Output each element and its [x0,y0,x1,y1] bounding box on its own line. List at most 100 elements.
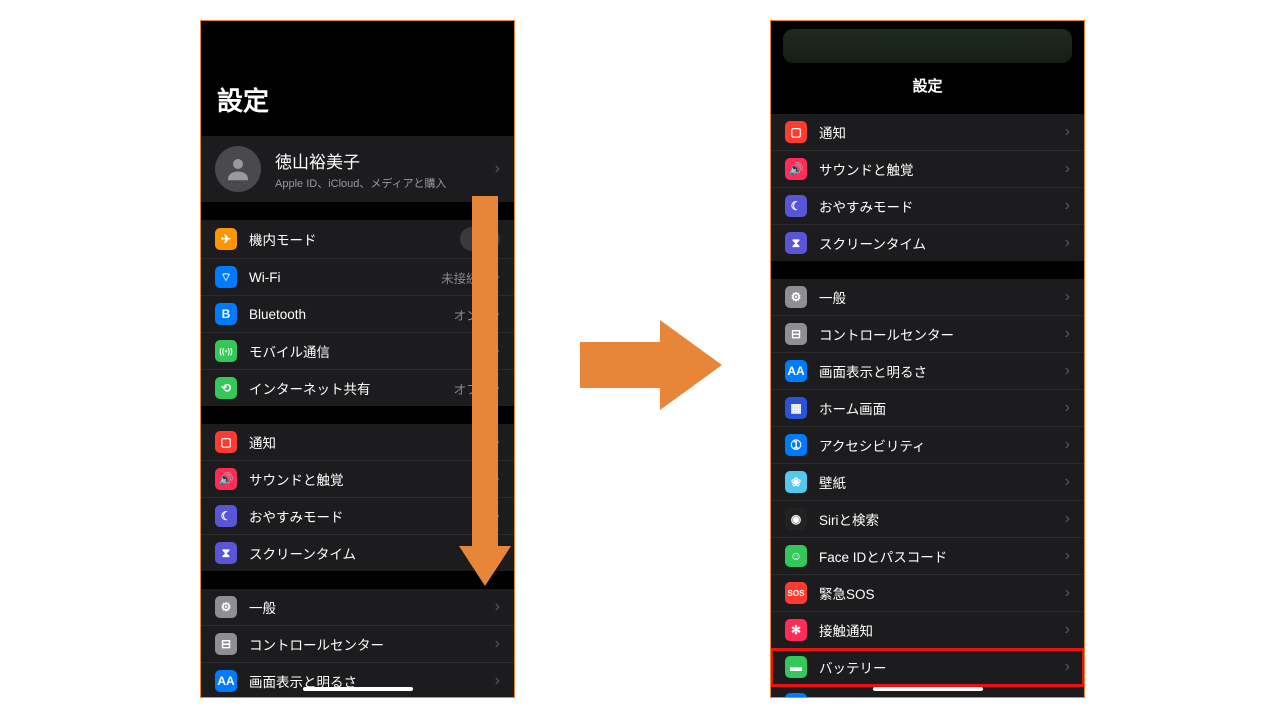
row-label: コントロールセンター [819,324,1053,344]
dnd-icon: ☾ [215,505,237,527]
chevron-right-icon: › [1065,437,1070,453]
chevron-right-icon: › [1065,326,1070,342]
row-label: Wi-Fi [249,270,429,285]
row-label: 接触通知 [819,620,1053,640]
chevron-right-icon: › [495,673,500,689]
chevron-right-icon: › [495,636,500,652]
row-label: 通知 [249,432,483,452]
settings-row-general[interactable]: ⚙ 一般 › [771,279,1084,316]
avatar-icon [215,146,261,192]
apple-id-row[interactable]: 徳山裕美子 Apple ID、iCloud、メディアと購入 › [201,136,514,202]
row-label: 壁紙 [819,472,1053,492]
settings-row-control-center[interactable]: ⊟ コントロールセンター › [201,626,514,663]
row-label: 一般 [819,287,1053,307]
row-label: サウンドと触覚 [249,469,483,489]
chevron-right-icon: › [1065,400,1070,416]
row-label: プライバシー [819,694,1053,698]
general-group: ⚙ 一般 › ⊟ コントロールセンター › AA 画面表示と明るさ › ▦ ホーム画面 › ➀ アクセシビ… [771,279,1084,698]
bluetooth-icon: B [215,303,237,325]
notifications-group: ▢通知›🔊サウンドと触覚›☾おやすみモード›⧗スクリーンタイム› [771,114,1084,261]
chevron-right-icon: › [1065,198,1070,214]
row-label: おやすみモード [819,196,1053,216]
settings-row-control-center[interactable]: ⊟ コントロールセンター › [771,316,1084,353]
battery-icon: ▬ [785,656,807,678]
home-indicator [873,687,983,691]
settings-row-notifications[interactable]: ▢ 通知 › [771,114,1084,151]
row-label: 一般 [249,597,483,617]
settings-row-sounds[interactable]: 🔊 サウンドと触覚 › [771,151,1084,188]
screentime-icon: ⧗ [215,542,237,564]
row-label: ホーム画面 [819,398,1053,418]
settings-row-home-screen[interactable]: ▦ ホーム画面 › [771,390,1084,427]
row-label: スクリーンタイム [819,233,1053,253]
profile-sub: Apple ID、iCloud、メディアと購入 [275,175,481,191]
scroll-down-arrow [465,196,505,586]
search-field[interactable] [783,29,1072,63]
settings-row-screentime[interactable]: ⧗スクリーンタイム› [771,225,1084,261]
settings-title: 設定 [201,75,514,128]
next-step-arrow [580,320,730,410]
chevron-right-icon: › [1065,289,1070,305]
exposure-icon: ✻ [785,619,807,641]
chevron-right-icon: › [1065,585,1070,601]
row-label: サウンドと触覚 [819,159,1053,179]
settings-row-wallpaper[interactable]: ❀ 壁紙 › [771,464,1084,501]
profile-group: 徳山裕美子 Apple ID、iCloud、メディアと購入 › [201,136,514,202]
chevron-right-icon: › [1065,696,1070,698]
row-label: コントロールセンター [249,634,483,654]
row-label: 画面表示と明るさ [819,361,1053,381]
general-icon: ⚙ [785,286,807,308]
screentime-icon: ⧗ [785,232,807,254]
row-label: Bluetooth [249,307,442,322]
control-center-icon: ⊟ [215,633,237,655]
settings-row-sos[interactable]: SOS緊急SOS› [771,575,1084,612]
chevron-right-icon: › [495,161,500,177]
sos-icon: SOS [785,582,807,604]
cellular-icon: ((•)) [215,340,237,362]
settings-row-faceid[interactable]: ☺Face IDとパスコード› [771,538,1084,575]
row-label: アクセシビリティ [819,435,1053,455]
row-label: バッテリー [819,657,1053,677]
status-bar [201,21,514,75]
settings-row-exposure[interactable]: ✻ 接触通知 › [771,612,1084,649]
notifications-icon: ▢ [215,431,237,453]
settings-row-dnd[interactable]: ☾ おやすみモード › [771,188,1084,225]
row-label: モバイル通信 [249,341,483,361]
settings-row-battery[interactable]: ▬ バッテリー › [771,649,1084,686]
settings-row-accessibility[interactable]: ➀ アクセシビリティ › [771,427,1084,464]
display-icon: AA [785,360,807,382]
chevron-right-icon: › [1065,124,1070,140]
chevron-right-icon: › [495,599,500,615]
profile-name: 徳山裕美子 [275,148,481,173]
sounds-icon: 🔊 [785,158,807,180]
settings-row-general[interactable]: ⚙一般› [201,589,514,626]
phone-screenshot-after: 設定 ▢ 通知 › 🔊 サウンドと触覚 › ☾ おやすみモード › ⧗ スクリーンタイム › ⚙ 一般 ›… [770,20,1085,698]
row-label: スクリーンタイム [249,543,483,563]
chevron-right-icon: › [1065,363,1070,379]
wifi-icon: ⌔ [215,266,237,288]
siri-icon: ◉ [785,508,807,530]
row-label: 通知 [819,122,1053,142]
wallpaper-icon: ❀ [785,471,807,493]
faceid-icon: ☺ [785,545,807,567]
chevron-right-icon: › [1065,548,1070,564]
accessibility-icon: ➀ [785,434,807,456]
display-icon: AA [215,670,237,692]
settings-row-display[interactable]: AA画面表示と明るさ› [201,663,514,698]
control-center-icon: ⊟ [785,323,807,345]
row-label: 機内モード [249,229,448,249]
notifications-icon: ▢ [785,121,807,143]
chevron-right-icon: › [1065,622,1070,638]
chevron-right-icon: › [1065,161,1070,177]
settings-title: 設定 [771,63,1084,106]
hotspot-icon: ⟲ [215,377,237,399]
settings-row-siri[interactable]: ◉ Siriと検索 › [771,501,1084,538]
row-label: Siriと検索 [819,509,1053,529]
chevron-right-icon: › [1065,511,1070,527]
dnd-icon: ☾ [785,195,807,217]
home-screen-icon: ▦ [785,397,807,419]
chevron-right-icon: › [1065,474,1070,490]
chevron-right-icon: › [1065,659,1070,675]
privacy-icon: ✋ [785,693,807,698]
settings-row-display[interactable]: AA 画面表示と明るさ › [771,353,1084,390]
